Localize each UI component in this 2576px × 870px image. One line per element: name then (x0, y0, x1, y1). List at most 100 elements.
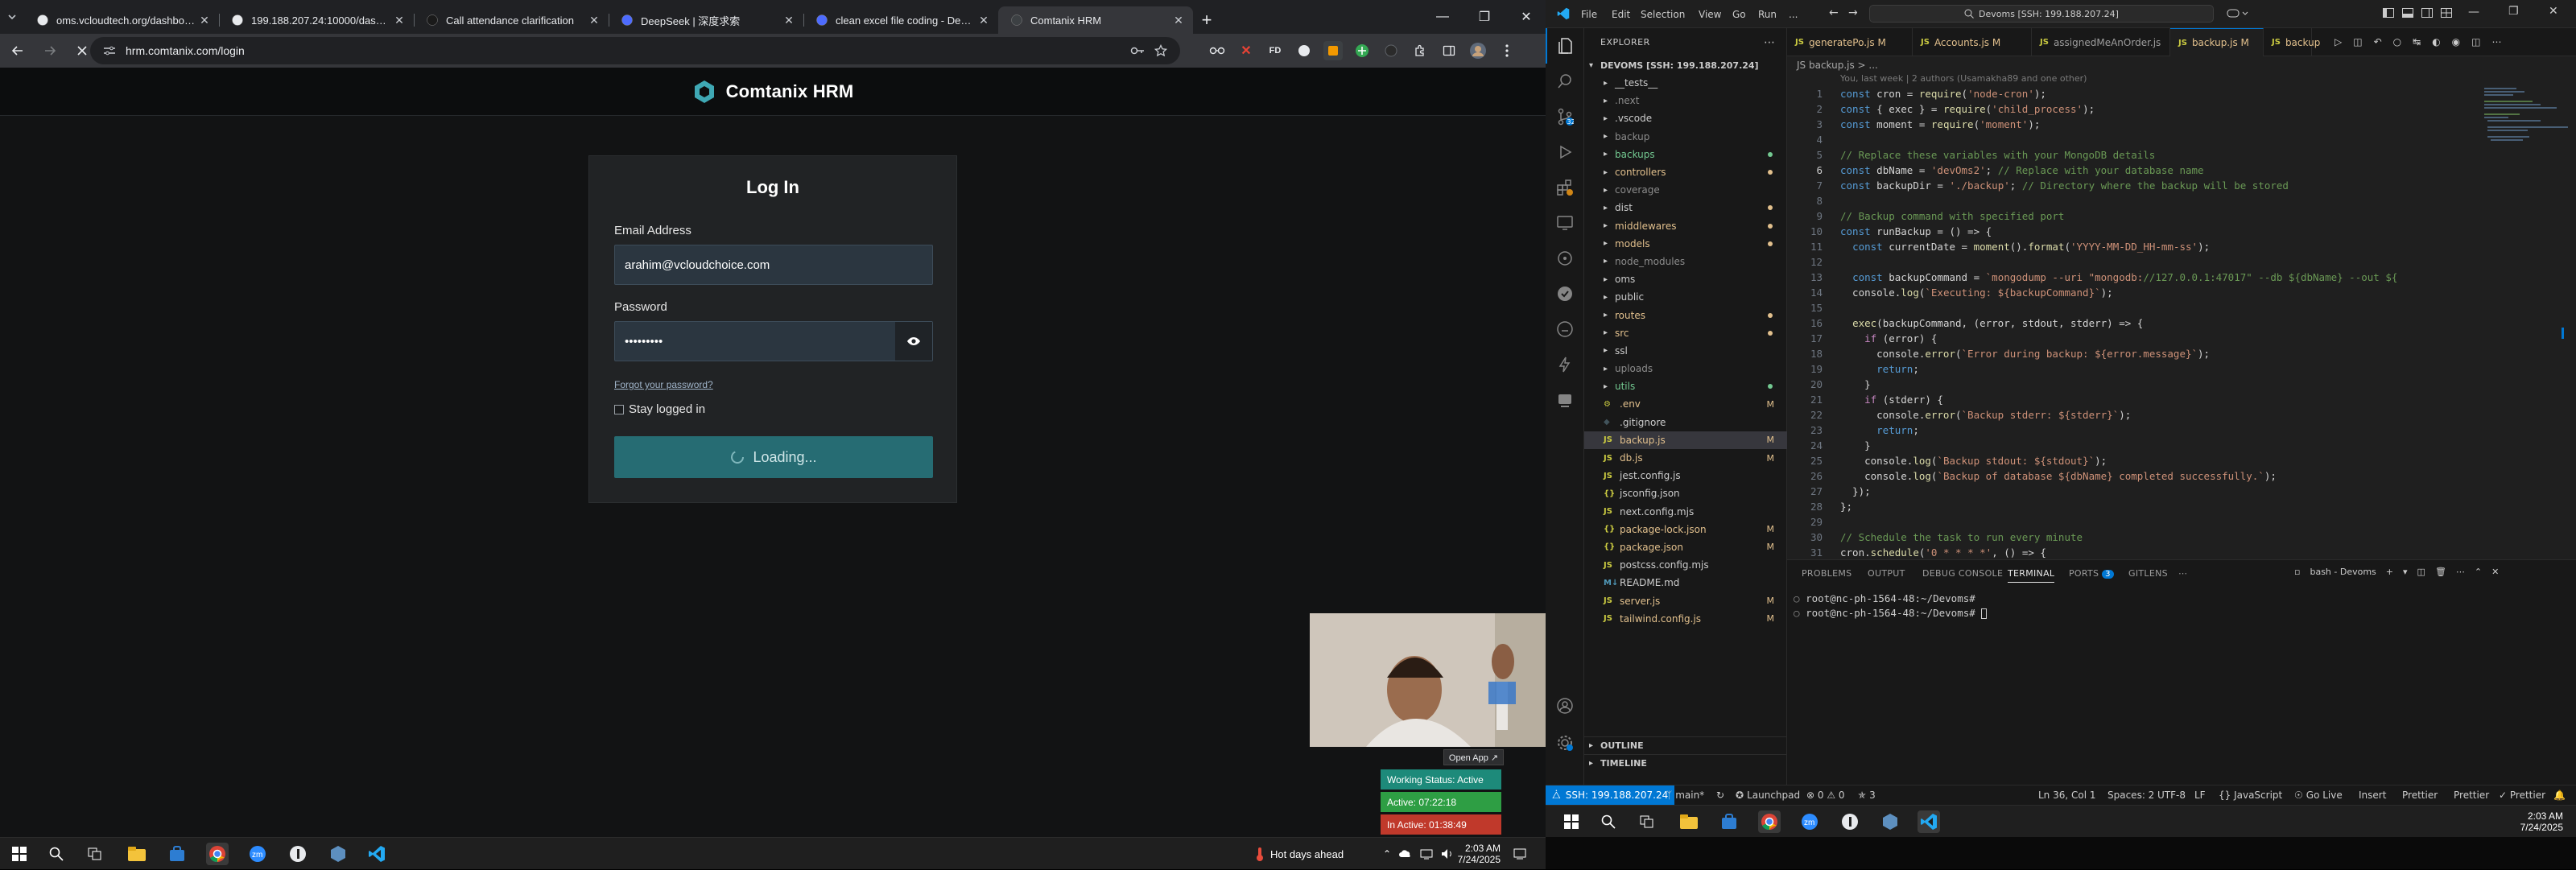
webcam-preview[interactable] (1310, 613, 1575, 747)
zoom-taskbar-icon[interactable]: zm (246, 843, 269, 865)
tree-file[interactable]: ◆ .gitignore (1584, 414, 1787, 431)
code-line[interactable]: 27 }); (1787, 484, 2576, 499)
close-tab-icon[interactable]: ✕ (588, 14, 601, 27)
minimap[interactable] (2484, 86, 2573, 142)
code-line[interactable]: 23 return; (1787, 423, 2576, 438)
toggle-sidebar-icon[interactable] (2383, 8, 2394, 18)
code-line[interactable]: 2 const { exec } = require('child_process… (1787, 101, 2576, 117)
tree-folder[interactable]: ▸ middlewares (1584, 217, 1787, 235)
extensions-icon[interactable] (1546, 170, 1584, 205)
more-icon[interactable]: ⋯ (2456, 567, 2465, 577)
extensions-puzzle-icon[interactable] (1410, 41, 1430, 60)
tree-file[interactable]: ⚙ .env M (1584, 395, 1787, 413)
code-line[interactable]: 19 return; (1787, 361, 2576, 377)
login-button[interactable]: Loading... (614, 436, 933, 478)
close-tab-icon[interactable]: ✕ (1172, 14, 1185, 27)
encoding[interactable]: UTF-8 (2157, 785, 2186, 805)
code-line[interactable]: 7 const backupDir = './backup'; // Direct… (1787, 178, 2576, 193)
code-line[interactable]: 31 cron.schedule('0 * * * *', () => { (1787, 545, 2576, 560)
chrome-taskbar-icon[interactable] (206, 843, 229, 865)
tab-debug-console[interactable]: DEBUG CONSOLE (1922, 568, 2003, 579)
menu-run[interactable]: Run (1758, 9, 1777, 20)
compare-icon[interactable]: ◐ (2432, 36, 2440, 47)
restore-icon[interactable]: ❐ (1463, 0, 1505, 34)
tray-volume-icon[interactable] (1441, 848, 1454, 860)
remote-explorer-icon[interactable] (1546, 205, 1584, 241)
tree-folder[interactable]: ▸ models (1584, 235, 1787, 253)
workspace-root[interactable]: ▾ DEVOMS [SSH: 199.188.207.24] (1584, 56, 1786, 74)
store-icon[interactable] (1718, 810, 1740, 833)
code-line[interactable]: 17 if (error) { (1787, 331, 2576, 346)
code-line[interactable]: 13 const backupCommand = `mongodump --ur… (1787, 270, 2576, 285)
code-line[interactable]: 26 console.log(`Backup of database ${dbN… (1787, 468, 2576, 484)
go-back-icon[interactable]: ↶ (2374, 36, 2382, 47)
explorer-icon[interactable] (1546, 28, 1584, 64)
minimize-icon[interactable]: — (2468, 6, 2479, 19)
chrome-menu-icon[interactable] (1497, 41, 1517, 60)
extension-badge-icon[interactable] (1323, 41, 1343, 60)
tree-folder[interactable]: ▸ dist (1584, 199, 1787, 216)
chrome-taskbar-icon[interactable] (1758, 810, 1781, 833)
menu-go[interactable]: Go (1732, 9, 1746, 20)
new-tab-button[interactable]: + (1193, 6, 1220, 34)
restore-icon[interactable]: ❐ (2508, 5, 2519, 18)
tab-backup[interactable]: JS backup (2264, 28, 2320, 56)
profile-avatar[interactable] (1468, 41, 1488, 60)
tree-file[interactable]: JS next.config.mjs (1584, 503, 1787, 521)
split-terminal-icon[interactable]: ◫ (2417, 567, 2425, 577)
tree-file[interactable]: JS server.js M (1584, 592, 1787, 609)
split-right-icon[interactable]: ◫ (2471, 36, 2480, 47)
tree-file[interactable]: {} package.json M (1584, 538, 1787, 556)
tab-problems[interactable]: PROBLEMS (1802, 568, 1852, 579)
toggle-secondary-sidebar-icon[interactable] (2421, 8, 2433, 18)
panel-more-icon[interactable]: ⋯ (2178, 568, 2187, 579)
task-view-icon[interactable] (84, 843, 106, 865)
app-vpn-icon[interactable] (327, 843, 349, 865)
brand-title[interactable]: Comtanix HRM (726, 81, 854, 102)
tree-file[interactable]: M↓ README.md (1584, 574, 1787, 592)
code-line[interactable]: 15 (1787, 300, 2576, 315)
tab-generatepo[interactable]: JS generatePo.js M (1787, 28, 1913, 56)
git-graph-icon[interactable] (1546, 276, 1584, 311)
prettier-status-1[interactable]: Prettier (2402, 785, 2438, 805)
browser-tab[interactable]: clean excel file coding - DeepSeek✕ (803, 6, 998, 34)
tab-ports[interactable]: PORTS 3 (2069, 568, 2114, 579)
tree-file[interactable]: JS db.js M (1584, 449, 1787, 467)
menu-edit[interactable]: Edit (1612, 9, 1630, 20)
code-line[interactable]: 3 const moment = require('moment'); (1787, 117, 2576, 132)
tree-file[interactable]: {} package-lock.json M (1584, 521, 1787, 538)
close-tab-icon[interactable]: ✕ (198, 14, 211, 27)
menu-selection[interactable]: Selection (1641, 9, 1685, 20)
tab-accounts[interactable]: JS Accounts.js M (1913, 28, 2032, 56)
back-button[interactable] (3, 36, 32, 65)
split-editor-icon[interactable]: ◫ (2353, 36, 2362, 47)
menu-file[interactable]: File (1581, 9, 1597, 20)
tree-folder[interactable]: ▸ controllers (1584, 163, 1787, 181)
tree-folder[interactable]: ▸ .vscode (1584, 109, 1787, 127)
email-field[interactable]: arahim@vcloudchoice.com (614, 245, 933, 285)
tree-folder[interactable]: ▸ ssl (1584, 342, 1787, 360)
tree-file[interactable]: JS tailwind.config.js M (1584, 610, 1787, 628)
store-icon[interactable] (166, 843, 188, 865)
tree-folder[interactable]: ▸ public (1584, 288, 1787, 306)
maximize-panel-icon[interactable]: ⌃ (2475, 567, 2482, 577)
app-circle-icon[interactable] (1839, 810, 1861, 833)
problems-indicator[interactable]: ⊗ 0 ⚠ 0 (1806, 785, 1845, 805)
chevron-down-icon[interactable]: ▾ (2403, 567, 2408, 577)
clock[interactable]: 2:03 AM 7/24/2025 (2512, 806, 2563, 838)
code-line[interactable]: 8 (1787, 193, 2576, 208)
customize-layout-icon[interactable] (2441, 8, 2452, 18)
tab-assignedmeanorder[interactable]: JS assignedMeAnOrder.js (2032, 28, 2170, 56)
tree-file[interactable]: {} jsconfig.json (1584, 484, 1787, 502)
code-line[interactable]: 12 (1787, 254, 2576, 270)
nav-forward-icon[interactable]: → (1848, 6, 1858, 19)
branch-indicator[interactable]: ᛉ main* (1666, 785, 1704, 805)
notifications-icon[interactable] (1513, 838, 1526, 870)
run-file-icon[interactable]: ▷ (2334, 36, 2342, 47)
browser-tab[interactable]: oms.vcloudtech.org/dashboard ✕ (24, 6, 219, 34)
launchpad-item[interactable]: ✪ Launchpad (1736, 785, 1800, 805)
vscode-taskbar-icon[interactable] (1918, 810, 1940, 833)
file-explorer-icon[interactable] (126, 843, 148, 865)
terminal-name[interactable]: bash - Devoms (2310, 567, 2376, 577)
code-view[interactable]: 1 const cron = require('node-cron'); 2 cons… (1787, 86, 2576, 560)
